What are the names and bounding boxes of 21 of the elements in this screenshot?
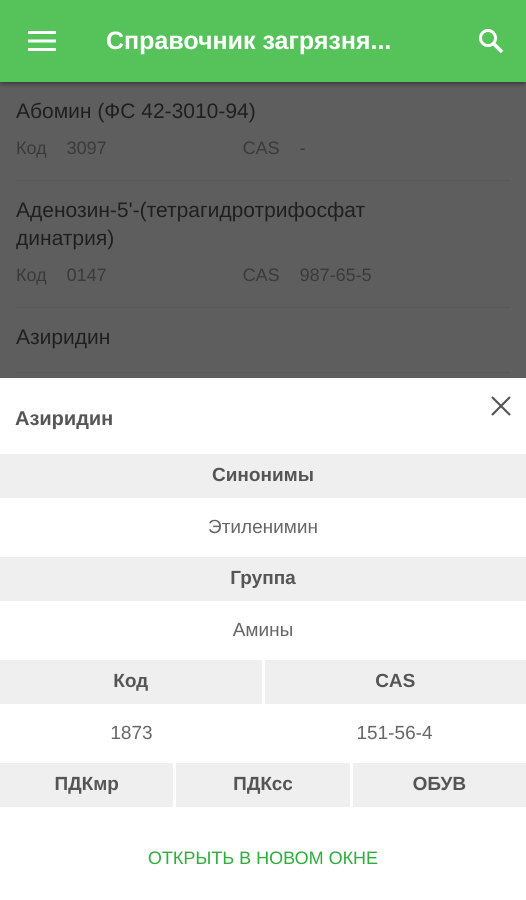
table-header-cell: CAS xyxy=(264,660,526,704)
table-header-cell: Группа xyxy=(0,557,526,601)
search-icon[interactable] xyxy=(478,28,504,54)
substance-name[interactable]: Азиридин xyxy=(16,324,510,352)
open-new-window-button[interactable]: ОТКРЫТЬ В НОВОМ ОКНЕ xyxy=(134,838,392,879)
table-header-cell: ПДКмр xyxy=(0,763,174,807)
sheet-title: Азиридин xyxy=(15,408,114,431)
table-cell-text: 1873 xyxy=(109,722,154,746)
table-header-cell: Синонимы xyxy=(0,454,526,498)
table-cell-text: Этиленимин xyxy=(207,516,319,540)
table-header-cell: Код xyxy=(0,660,262,704)
table-header-cell: ОБУВ xyxy=(352,763,526,807)
app-title: Справочник загрязня... xyxy=(106,26,392,56)
table-cell-text: Амины xyxy=(232,618,294,642)
substance-name[interactable]: Аденозин-5'-(тетрагидротрифосфат динатрия) xyxy=(16,197,510,253)
close-icon[interactable] xyxy=(491,396,511,416)
cas-value: - xyxy=(300,137,306,160)
menu-icon[interactable] xyxy=(28,30,56,52)
substance-name[interactable]: Абомин (ФС 42-3010-94) xyxy=(16,98,510,126)
table-header-cell: ПДКсс xyxy=(176,763,350,807)
table-cell-text: 151-56-4 xyxy=(355,722,434,746)
